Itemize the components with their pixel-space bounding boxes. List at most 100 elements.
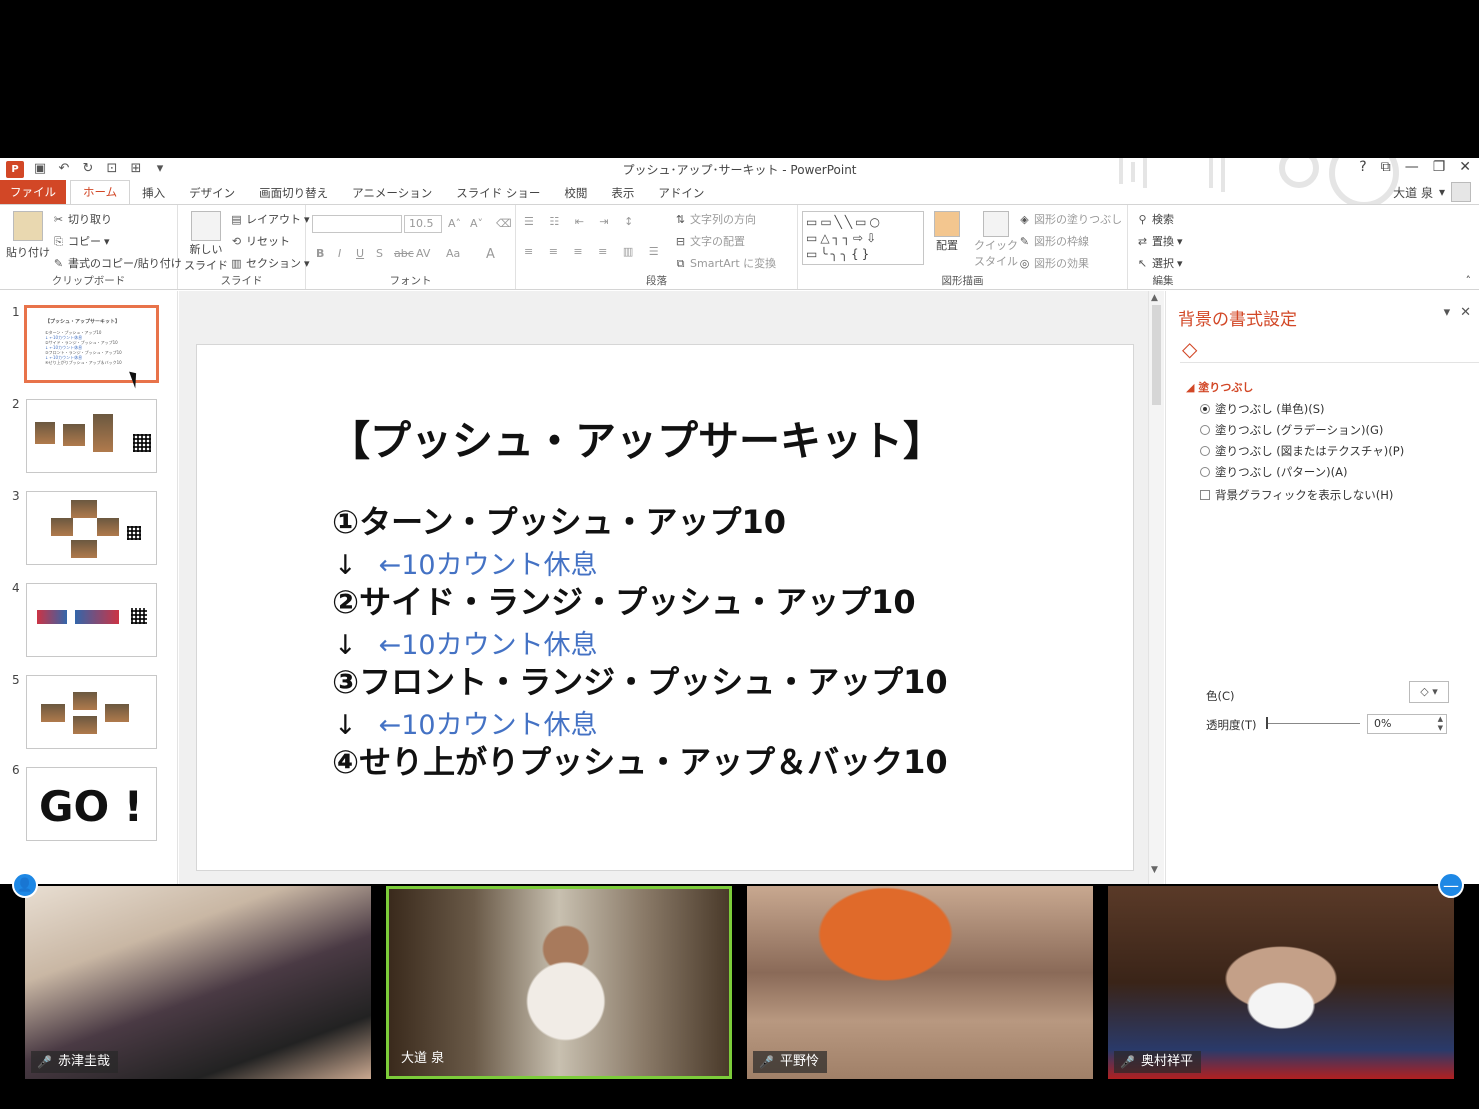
ribbon-display-icon[interactable]: ⧉ bbox=[1381, 159, 1391, 175]
fill-gradient-option[interactable]: 塗りつぶし (グラデーション)(G) bbox=[1200, 422, 1383, 438]
smartart-button[interactable]: ⧉ SmartArt に変換 bbox=[674, 255, 777, 271]
shapes-gallery[interactable]: ▭▭╲╲▭○ ▭△┐┐⇨⇩ ▭╰╮╮{} bbox=[802, 211, 924, 265]
tab-file[interactable]: ファイル bbox=[0, 180, 66, 204]
tab-design[interactable]: デザイン bbox=[177, 182, 247, 204]
scroll-thumb[interactable] bbox=[1152, 305, 1161, 405]
underline-button[interactable]: U bbox=[356, 247, 364, 260]
align-buttons[interactable]: ≡ ≡ ≡ ≡ ▥ ☰ bbox=[524, 245, 665, 258]
reset-button[interactable]: ⟲ リセット bbox=[230, 233, 290, 249]
slide-thumbnail-3[interactable] bbox=[26, 491, 157, 565]
paste-button[interactable]: 貼り付け bbox=[6, 211, 50, 260]
shape-fill-button[interactable]: ◈ 図形の塗りつぶし bbox=[1018, 211, 1122, 227]
exercise-line-1[interactable]: ①ターン・プッシュ・アップ10 bbox=[332, 497, 786, 543]
fill-section-header[interactable]: ◢ 塗りつぶし bbox=[1186, 379, 1253, 395]
checkbox[interactable] bbox=[1200, 490, 1210, 500]
collapse-ribbon-icon[interactable]: ˄ bbox=[1466, 274, 1472, 287]
slider-handle[interactable] bbox=[1266, 717, 1268, 729]
radio[interactable] bbox=[1200, 446, 1210, 456]
minimize-icon[interactable]: — bbox=[1405, 159, 1419, 175]
quick-styles-icon bbox=[983, 211, 1009, 237]
slide-thumbnail-2[interactable] bbox=[26, 399, 157, 473]
slide-canvas[interactable]: 【プッシュ・アップサーキット】 ①ターン・プッシュ・アップ10 ↓ ←10カウント… bbox=[196, 344, 1134, 871]
color-picker-button[interactable]: ◇ ▾ bbox=[1409, 681, 1449, 703]
slide-thumbnail-5[interactable] bbox=[26, 675, 157, 749]
section-button[interactable]: ▥ セクション ▾ bbox=[230, 255, 309, 271]
tab-addins[interactable]: アドイン bbox=[646, 182, 716, 204]
font-size-input[interactable]: 10.5 bbox=[404, 215, 442, 233]
tab-view[interactable]: 表示 bbox=[599, 182, 646, 204]
chevron-down-icon: ▾ bbox=[104, 234, 110, 248]
user-account[interactable]: 大道 泉 ▾ bbox=[1393, 182, 1471, 202]
font-color-button[interactable]: A bbox=[486, 247, 495, 262]
copy-button[interactable]: ⎘ コピー ▾ bbox=[52, 233, 110, 249]
fill-tab[interactable]: ◇ bbox=[1180, 335, 1479, 363]
thumb-number: 4 bbox=[12, 581, 20, 595]
window-title: プッシュ･アップ･サーキット - PowerPoint bbox=[622, 163, 857, 177]
transparency-input[interactable]: 0% ▲ ▼ bbox=[1367, 714, 1447, 734]
paste-icon bbox=[13, 211, 43, 241]
shadow-button[interactable]: S bbox=[376, 247, 383, 260]
tab-slideshow[interactable]: スライド ショー bbox=[444, 182, 552, 204]
participants-icon[interactable]: 👤 bbox=[12, 872, 38, 898]
quick-styles-button[interactable]: クイック スタイル bbox=[974, 211, 1018, 269]
format-painter-button[interactable]: ✎ 書式のコピー/貼り付け bbox=[52, 255, 182, 271]
bold-button[interactable]: B bbox=[316, 247, 324, 260]
close-icon[interactable]: ✕ bbox=[1459, 159, 1471, 175]
character-spacing-button[interactable]: AV bbox=[416, 247, 430, 260]
transparency-slider[interactable] bbox=[1266, 723, 1360, 724]
find-button[interactable]: ⚲ 検索 bbox=[1136, 211, 1174, 227]
italic-button[interactable]: I bbox=[338, 247, 341, 260]
video-tile-participant-3[interactable]: 🎤 平野怜 bbox=[747, 886, 1093, 1079]
slide-thumbnail-6[interactable]: GO ! bbox=[26, 767, 157, 841]
spinner-icon[interactable]: ▲ ▼ bbox=[1438, 715, 1443, 733]
exercise-line-2[interactable]: ②サイド・ランジ・プッシュ・アップ10 bbox=[332, 577, 916, 623]
video-tile-participant-4[interactable]: 🎤 奥村祥平 bbox=[1108, 886, 1454, 1079]
text-direction-button[interactable]: ⇅ 文字列の方向 bbox=[674, 211, 756, 227]
change-case-button[interactable]: Aa bbox=[446, 247, 460, 260]
tab-animations[interactable]: アニメーション bbox=[340, 182, 444, 204]
shape-outline-button[interactable]: ✎ 図形の枠線 bbox=[1018, 233, 1089, 249]
slide-title[interactable]: 【プッシュ・アップサーキット】 bbox=[329, 407, 944, 467]
tab-insert[interactable]: 挿入 bbox=[130, 182, 177, 204]
radio-selected[interactable] bbox=[1200, 404, 1210, 414]
radio[interactable] bbox=[1200, 467, 1210, 477]
minimize-videos-button[interactable]: — bbox=[1438, 872, 1464, 898]
pane-options-icon[interactable]: ▾ bbox=[1444, 305, 1451, 320]
shrink-font-button[interactable]: A˅ bbox=[470, 217, 483, 230]
font-name-input[interactable] bbox=[312, 215, 402, 233]
replace-button[interactable]: ⇄ 置換 ▾ bbox=[1136, 233, 1183, 249]
fill-solid-option[interactable]: 塗りつぶし (単色)(S) bbox=[1200, 401, 1325, 417]
exercise-line-4[interactable]: ④せり上がりプッシュ・アップ＆バック10 bbox=[332, 737, 948, 783]
fill-pattern-option[interactable]: 塗りつぶし (パターン)(A) bbox=[1200, 464, 1348, 480]
slide-thumbnail-1[interactable]: 【プッシュ・アップサーキット】 ①ターン・プッシュ・アップ10 ↓ ←10カウン… bbox=[24, 305, 159, 383]
shape-effects-button[interactable]: ◎ 図形の効果 bbox=[1018, 255, 1089, 271]
slide-thumbnail-4[interactable] bbox=[26, 583, 157, 657]
arrange-button[interactable]: 配置 bbox=[934, 211, 960, 253]
mic-muted-icon: 🎤 bbox=[37, 1055, 52, 1069]
cut-button[interactable]: ✂ 切り取り bbox=[52, 211, 112, 227]
list-buttons[interactable]: ☰ ☷ ⇤ ⇥ ↕ bbox=[524, 215, 639, 228]
video-tile-participant-2[interactable]: 大道 泉 bbox=[386, 886, 732, 1079]
layout-button[interactable]: ▤ レイアウト ▾ bbox=[230, 211, 309, 227]
clear-format-icon[interactable]: ⌫ bbox=[496, 217, 512, 230]
help-icon[interactable]: ? bbox=[1359, 159, 1366, 175]
hide-background-graphics-checkbox[interactable]: 背景グラフィックを表示しない(H) bbox=[1200, 487, 1393, 503]
scroll-up-icon[interactable]: ▲ bbox=[1151, 293, 1158, 303]
participant-label: 大道 泉 bbox=[401, 1051, 445, 1066]
video-tile-participant-1[interactable]: 🎤 赤津圭哉 bbox=[25, 886, 371, 1079]
grow-font-button[interactable]: A˄ bbox=[448, 217, 461, 230]
radio[interactable] bbox=[1200, 425, 1210, 435]
new-slide-button[interactable]: 新しい スライド bbox=[184, 211, 228, 273]
tab-review[interactable]: 校閲 bbox=[552, 182, 599, 204]
fill-picture-option[interactable]: 塗りつぶし (図またはテクスチャ)(P) bbox=[1200, 443, 1404, 459]
close-icon[interactable]: ✕ bbox=[1460, 305, 1471, 320]
restore-icon[interactable]: ❐ bbox=[1433, 159, 1446, 175]
align-text-button[interactable]: ⊟ 文字の配置 bbox=[674, 233, 745, 249]
vertical-scrollbar[interactable]: ▲ ▼ bbox=[1148, 291, 1164, 891]
tab-home[interactable]: ホーム bbox=[70, 180, 131, 204]
select-button[interactable]: ↖ 選択 ▾ bbox=[1136, 255, 1183, 271]
strikethrough-button[interactable]: abc bbox=[394, 247, 414, 260]
exercise-line-3[interactable]: ③フロント・ランジ・プッシュ・アップ10 bbox=[332, 657, 948, 703]
scroll-down-icon[interactable]: ▼ bbox=[1151, 865, 1158, 875]
tab-transitions[interactable]: 画面切り替え bbox=[247, 182, 340, 204]
